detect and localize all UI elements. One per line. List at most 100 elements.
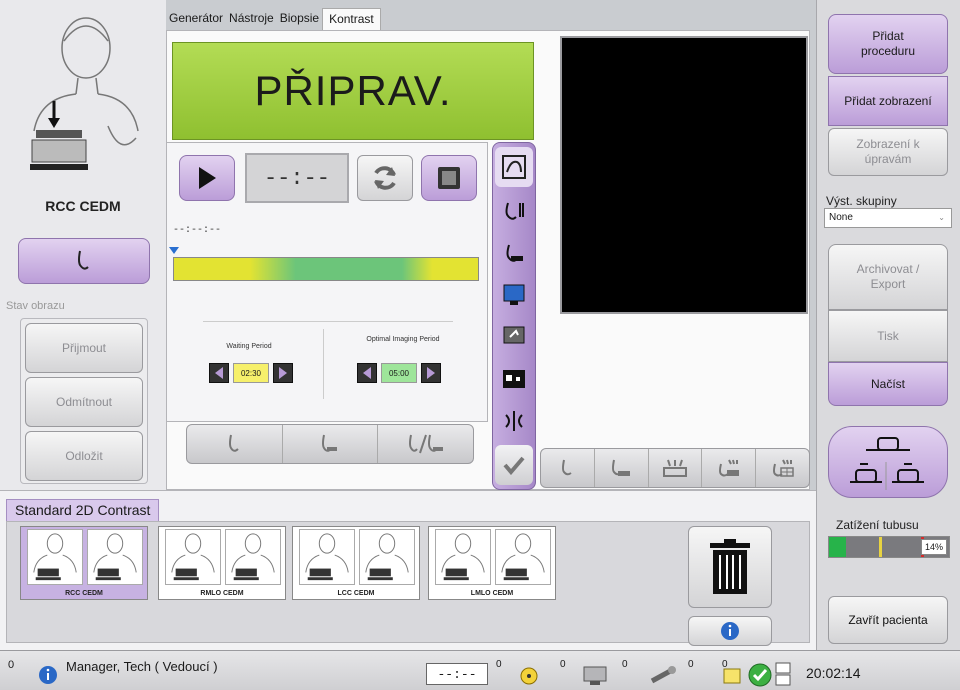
- tool-view-button[interactable]: [495, 193, 533, 229]
- add-view-button[interactable]: Přidat zobrazení: [828, 76, 948, 126]
- spot-view-button[interactable]: [649, 449, 703, 487]
- play-icon: [199, 167, 216, 189]
- radiation-icon[interactable]: [520, 667, 538, 685]
- paddle-view-button[interactable]: [595, 449, 649, 487]
- thumbnail-label: RCC CEDM: [65, 590, 103, 597]
- load-button[interactable]: Načíst: [828, 362, 948, 406]
- thumbnail-label: RMLO CEDM: [200, 590, 244, 597]
- trash-icon: [710, 539, 750, 594]
- timer-panel: --:-- --:--:-- Waiting Period 02:30 Opti…: [166, 142, 488, 422]
- status-display-text: PŘIPRAV.: [254, 67, 452, 114]
- print-button[interactable]: Tisk: [828, 310, 948, 362]
- delete-view-button[interactable]: [688, 526, 772, 608]
- paddle-shift-button[interactable]: [828, 426, 948, 498]
- tool-monitor-button[interactable]: [495, 277, 533, 313]
- tube-load-label: Zatížení tubusu: [836, 518, 919, 532]
- optimal-decrease-button[interactable]: [357, 363, 377, 383]
- tab-generator[interactable]: Generátor: [166, 8, 226, 30]
- add-procedure-button[interactable]: Přidat proceduru: [828, 14, 948, 74]
- accept-button[interactable]: Přijmout: [25, 323, 143, 373]
- patient-figure-icon: [299, 529, 355, 585]
- thumbnail-lmlo-cedm[interactable]: LMLO CEDM: [428, 526, 556, 600]
- monitor-icon: [503, 284, 525, 305]
- status-bar: 0 Manager, Tech ( Vedoucí ) --:-- 0 0 0 …: [0, 650, 960, 690]
- spot-compression-icon: [662, 459, 687, 477]
- tool-adjust-button[interactable]: [495, 147, 533, 187]
- timeline-label: --:--:--: [173, 225, 222, 236]
- network-icon[interactable]: [774, 661, 792, 687]
- system-ok-icon[interactable]: [748, 663, 772, 687]
- triangle-right-icon: [427, 367, 435, 379]
- tool-implant-button[interactable]: [495, 235, 533, 271]
- refresh-icon: [374, 166, 396, 190]
- waiting-period-label: Waiting Period: [226, 343, 272, 350]
- waiting-decrease-button[interactable]: [209, 363, 229, 383]
- thumbnail-rmlo-cedm[interactable]: RMLO CEDM: [158, 526, 286, 600]
- tool-bar: [492, 142, 536, 490]
- optimal-value: 05:00: [381, 363, 417, 383]
- pend-button[interactable]: Odložit: [25, 431, 143, 481]
- output-groups-label: Výst. skupiny: [826, 194, 897, 208]
- timeline-start-marker: [169, 247, 179, 254]
- close-patient-button[interactable]: Zavřít pacienta: [828, 596, 948, 644]
- tube-count: 0: [688, 659, 694, 670]
- magnify-view-button[interactable]: [702, 449, 757, 487]
- thumbnail-lcc-cedm[interactable]: LCC CEDM: [292, 526, 420, 600]
- note-icon[interactable]: [722, 667, 742, 685]
- breast-view-button[interactable]: [541, 449, 595, 487]
- info-button[interactable]: [688, 616, 772, 646]
- breast-marker-icon: [505, 202, 524, 220]
- cc-view-button[interactable]: [187, 425, 283, 463]
- patient-figure-icon: [225, 529, 281, 585]
- waiting-value: 02:30: [233, 363, 269, 383]
- tool-accept-button[interactable]: [495, 445, 533, 485]
- play-button[interactable]: [179, 155, 235, 201]
- patient-figure-icon: [435, 529, 491, 585]
- bilateral-view-button[interactable]: [378, 425, 473, 463]
- tube-icon[interactable]: [648, 663, 678, 687]
- stop-button[interactable]: [421, 155, 477, 201]
- tab-bar: Generátor Nástroje Biopsie Kontrast: [166, 8, 381, 30]
- status-timer[interactable]: --:--: [426, 663, 488, 685]
- breast-position-illustration: [30, 17, 139, 170]
- edit-view-button[interactable]: Zobrazení k úpravám: [828, 128, 948, 176]
- info-icon[interactable]: [38, 665, 58, 685]
- tube-load-warn-marker: [879, 537, 882, 557]
- status-left-count: 0: [8, 659, 15, 671]
- waiting-increase-button[interactable]: [273, 363, 293, 383]
- tool-zoom-button[interactable]: [495, 361, 533, 397]
- archive-export-button[interactable]: Archivovat / Export: [828, 244, 948, 310]
- thumbnail-label: LMLO CEDM: [470, 590, 514, 597]
- grid-paddle-icon: [772, 459, 794, 477]
- tool-send-button[interactable]: [495, 319, 533, 355]
- patient-figure-icon: [495, 529, 551, 585]
- patient-figure-icon: [359, 529, 415, 585]
- status-display: PŘIPRAV.: [172, 42, 534, 140]
- magnification-icon: [718, 459, 739, 477]
- output-groups-select[interactable]: None ⌄: [824, 208, 952, 228]
- tube-load-fill: [829, 537, 846, 557]
- grid-view-button[interactable]: [756, 449, 809, 487]
- tab-tools[interactable]: Nástroje: [226, 8, 277, 30]
- thumbnail-rcc-cedm[interactable]: RCC CEDM: [20, 526, 148, 600]
- checkmark-icon: [503, 456, 525, 475]
- zoom-box-icon: [503, 370, 525, 388]
- reset-timer-button[interactable]: [357, 155, 413, 201]
- optimal-increase-button[interactable]: [421, 363, 441, 383]
- gantry-count: 0: [622, 659, 628, 670]
- tab-contrast[interactable]: Kontrast: [322, 8, 381, 30]
- breast-compression-icon: [506, 244, 523, 262]
- view-type-button[interactable]: [18, 238, 150, 284]
- implant-view-button[interactable]: [283, 425, 379, 463]
- contrast-adjust-icon: [502, 155, 526, 179]
- timeline-divider: [203, 321, 453, 322]
- tool-flip-button[interactable]: [495, 403, 533, 439]
- reject-button[interactable]: Odmítnout: [25, 377, 143, 427]
- view-select-strip: [186, 424, 474, 464]
- image-state-legend: Stav obrazu: [6, 300, 65, 312]
- gantry-icon[interactable]: [580, 663, 610, 687]
- image-preview: [560, 36, 808, 314]
- tab-biopsy[interactable]: Biopsie: [277, 8, 322, 30]
- breast-paddle-icon: [322, 434, 337, 452]
- current-user[interactable]: Manager, Tech ( Vedoucí ): [66, 659, 218, 674]
